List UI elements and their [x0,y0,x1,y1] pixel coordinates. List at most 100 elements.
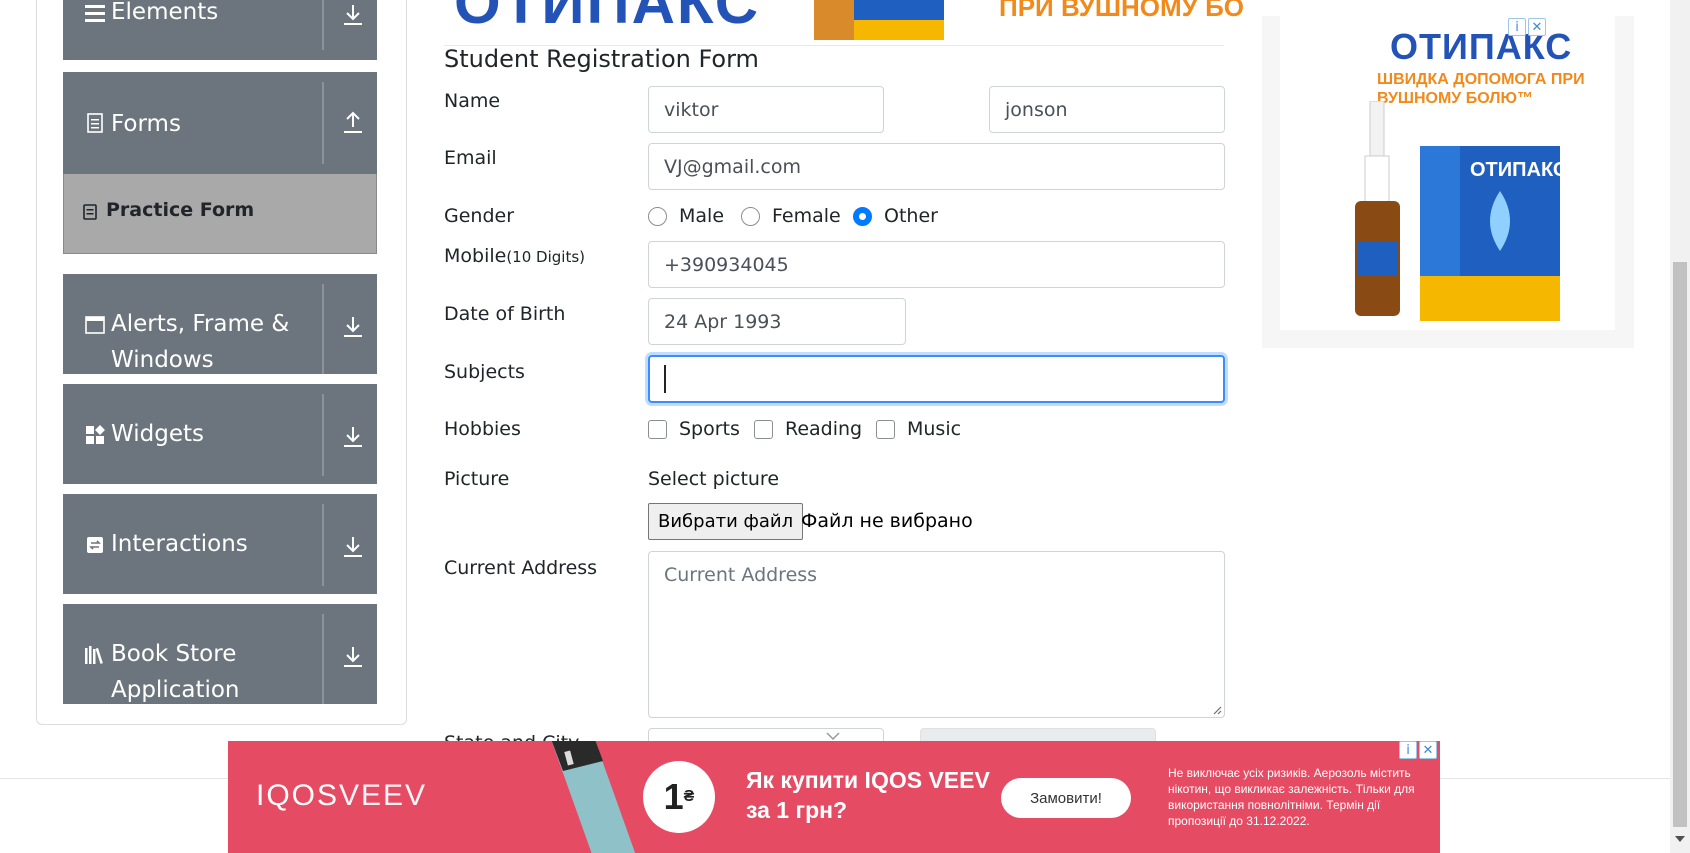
radio-label: Female [772,205,841,227]
radio-circle[interactable] [741,206,760,226]
arrow-down-icon[interactable] [341,534,365,562]
arrow-down-icon[interactable] [341,644,365,672]
subjects-label: Subjects [444,361,525,383]
arrow-down-icon[interactable] [341,424,365,452]
widgets-icon [84,424,106,446]
current-address-textarea[interactable]: Current Address [648,551,1225,718]
sidebar-group-widgets[interactable]: Widgets [63,384,377,484]
gender-radio-male[interactable]: Male [648,205,724,227]
scroll-down-arrow-icon[interactable] [1675,836,1685,842]
arrow-up-icon[interactable] [341,110,365,138]
radio-label: Male [679,205,725,227]
checkbox-box[interactable] [876,419,895,439]
sidebar-group-label-line2: Application [111,677,240,703]
radio-circle-selected[interactable] [853,206,872,226]
hamburger-icon [84,2,106,24]
ad-brand: ОТИПАКС [454,0,761,36]
checkbox-label: Sports [679,418,740,440]
bottom-banner-ad[interactable]: IQOSVEEV 1 ₴ Як купити IQOS VEEV за 1 грн… [228,741,1440,853]
current-address-label: Current Address [444,557,598,579]
side-ad[interactable]: ОТИПАКС ШВИДКА ДОПОМОГА ПРИ ВУШНОМУ БОЛЮ… [1262,16,1634,348]
sidebar-group-label: Interactions [111,531,248,557]
sidebar-item-label: Practice Form [106,199,255,221]
page-scrollbar[interactable] [1670,0,1690,853]
hobby-checkbox-reading[interactable]: Reading [754,418,862,440]
divider [322,284,324,374]
first-name-input[interactable]: viktor [648,86,884,133]
resize-handle-icon[interactable] [1211,704,1222,715]
email-input[interactable]: VJ@gmail.com [648,143,1225,190]
gender-label: Gender [444,205,515,227]
email-label: Email [444,147,497,169]
sidebar-group-book-store[interactable]: Book Store Application [63,604,377,704]
checkbox-label: Music [907,418,962,440]
mobile-hint: (10 Digits) [506,248,585,266]
sidebar-group-label-line2: Windows [111,347,214,373]
subjects-input[interactable] [648,355,1225,403]
window-icon [84,314,106,336]
ad-tagline: ПРИ ВУШНОМУ БО [999,0,1244,22]
sidebar-group-label: Widgets [111,421,204,447]
ad-order-button[interactable]: Замовити! [1001,778,1131,818]
date-of-birth-input[interactable]: 24 Apr 1993 [648,298,906,345]
checkbox-box[interactable] [648,419,667,439]
ad-price: 1 [663,776,684,817]
radio-circle[interactable] [648,206,667,226]
ad-info-icon[interactable]: i [1399,741,1417,759]
sidebar-group-label: Book Store [111,641,237,667]
choose-file-button[interactable]: Вибрати файл [648,503,804,540]
mobile-label: Mobile(10 Digits) [444,245,585,267]
ad-info-icon[interactable]: i [1508,18,1526,36]
radio-label: Other [884,205,938,227]
ad-price-badge: 1 ₴ [643,761,715,833]
picture-hint: Select picture [648,468,780,490]
document-icon [84,112,106,134]
scrollbar-thumb[interactable] [1673,262,1687,827]
ad-disclaimer: Не виключає усіх ризиків. Аерозоль місти… [1168,766,1415,828]
ad-close-icon[interactable]: ✕ [1419,741,1437,759]
textarea-placeholder: Current Address [664,564,818,586]
sidebar-group-forms[interactable]: Forms [63,72,377,174]
sidebar-group-label: Alerts, Frame & [111,311,290,337]
divider [322,504,324,586]
mobile-input[interactable]: +390934045 [648,241,1225,288]
sidebar-group-label: Elements [111,0,219,25]
sidebar-group-label: Forms [111,111,181,137]
chevron-down-icon [826,732,840,741]
page-title: Student Registration Form [444,45,759,73]
ad-close-icon[interactable]: ✕ [1528,18,1546,36]
hobbies-label: Hobbies [444,418,521,440]
ad-product-label: ОТИПАКС [1470,159,1567,181]
picture-label: Picture [444,468,510,490]
top-banner-ad[interactable]: ОТИПАКС ПРИ ВУШНОМУ БО [444,0,1244,44]
interactions-icon [84,534,106,556]
gender-radio-other[interactable]: Other [853,205,938,227]
books-icon [84,644,106,666]
side-ad-content[interactable]: ОТИПАКС ШВИДКА ДОПОМОГА ПРИ ВУШНОМУ БОЛЮ… [1280,16,1615,330]
hobby-checkbox-sports[interactable]: Sports [648,418,740,440]
sidebar-group-elements[interactable]: Elements [63,0,377,60]
ad-product-image [814,0,944,40]
form-icon [83,204,99,222]
ad-currency: ₴ [683,788,695,805]
name-label: Name [444,90,501,112]
ad-product-image: ОТИПАКС [1355,101,1567,321]
ad-headline: Як купити IQOS VEEV за 1 грн? [746,767,990,823]
sidebar-group-alerts[interactable]: Alerts, Frame & Windows [63,274,377,374]
last-name-input[interactable]: jonson [989,86,1225,133]
ad-logo: IQOSVEEV [256,779,427,813]
hobby-checkbox-music[interactable]: Music [876,418,961,440]
ad-logo-b: VEEV [339,779,428,812]
sidebar-item-practice-form[interactable]: Practice Form [63,174,377,254]
divider [322,82,324,164]
mobile-label-text: Mobile [444,245,507,267]
sidebar-group-interactions[interactable]: Interactions [63,494,377,594]
divider [322,614,324,704]
dob-label: Date of Birth [444,303,566,325]
gender-radio-female[interactable]: Female [741,205,841,227]
arrow-down-icon[interactable] [341,2,365,30]
arrow-down-icon[interactable] [341,314,365,342]
checkbox-box[interactable] [754,419,773,439]
text-caret [664,365,666,393]
divider [322,394,324,476]
